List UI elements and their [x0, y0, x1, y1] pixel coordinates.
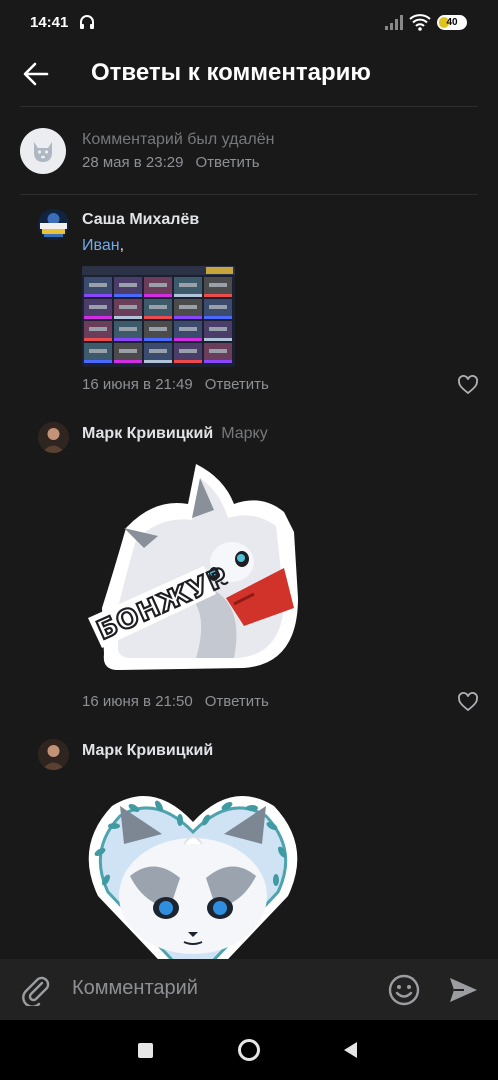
- inventory-weapon: [179, 305, 197, 309]
- battery-label: 40: [446, 17, 458, 28]
- headphones-icon: [80, 15, 94, 29]
- inventory-rarity-bar: [174, 338, 202, 341]
- inventory-weapon: [149, 283, 167, 287]
- inventory-rarity-bar: [204, 316, 232, 319]
- avatar-logo-image: [38, 209, 69, 240]
- wreath-leaf: [246, 805, 258, 811]
- header-divider: [20, 106, 478, 107]
- avatar[interactable]: [38, 422, 69, 453]
- recents-square-icon[interactable]: [138, 1043, 153, 1058]
- inventory-rarity-bar: [144, 338, 172, 341]
- comment-text-suffix: ,: [119, 237, 125, 254]
- sticker-fox-heart[interactable]: [84, 786, 302, 959]
- send-icon[interactable]: [446, 973, 480, 1007]
- inventory-weapon: [89, 349, 107, 353]
- page-title: Ответы к комментарию: [91, 59, 371, 86]
- inventory-weapon: [149, 305, 167, 309]
- inventory-rarity-bar: [114, 316, 142, 319]
- inventory-weapon: [179, 283, 197, 287]
- inventory-rarity-bar: [84, 360, 112, 363]
- deleted-user-dog-icon: [34, 142, 52, 162]
- status-bar: 14:41 40: [0, 0, 498, 44]
- comment-text: Иван,: [82, 237, 124, 255]
- inventory-weapon: [209, 327, 227, 331]
- reply-meta: 16 июня в 21:50 Ответить: [82, 693, 269, 710]
- reply-meta: 16 июня в 21:49 Ответить: [82, 376, 269, 393]
- comment-composer: Комментарий: [0, 959, 498, 1020]
- reply-button[interactable]: Ответить: [205, 376, 269, 393]
- deleted-user-avatar: [20, 128, 66, 174]
- status-time: 14:41: [30, 14, 69, 31]
- inventory-weapon: [179, 349, 197, 353]
- reply-button[interactable]: Ответить: [205, 693, 269, 710]
- mention-link[interactable]: Иван: [82, 237, 120, 254]
- app-bar: Ответы к комментарию: [0, 44, 498, 106]
- inventory-rarity-bar: [174, 360, 202, 363]
- inventory-rarity-bar: [114, 338, 142, 341]
- back-button[interactable]: [18, 56, 54, 92]
- comment-input[interactable]: Комментарий: [72, 977, 198, 1000]
- inventory-rarity-bar: [204, 338, 232, 341]
- inventory-rarity-bar: [144, 294, 172, 297]
- wifi-icon: [409, 14, 431, 31]
- root-comment-meta: 28 мая в 23:29 Ответить: [82, 154, 260, 171]
- inventory-rarity-bar: [204, 360, 232, 363]
- home-circle-icon[interactable]: [238, 1039, 260, 1061]
- inventory-weapon: [89, 327, 107, 331]
- thread-divider: [20, 194, 478, 195]
- reply-button[interactable]: Ответить: [195, 154, 259, 171]
- author-line: Марк Кривицкий Марку: [82, 425, 268, 443]
- author-name[interactable]: Марк Кривицкий: [82, 742, 213, 760]
- heart-icon[interactable]: [457, 691, 479, 713]
- inventory-weapon: [149, 349, 167, 353]
- heart-icon[interactable]: [457, 374, 479, 396]
- system-nav-bar: [0, 1020, 498, 1080]
- inventory-weapon: [89, 305, 107, 309]
- avatar[interactable]: [38, 209, 69, 240]
- author-name[interactable]: Саша Михалёв: [82, 211, 199, 229]
- inventory-rarity-bar: [114, 294, 142, 297]
- wreath-leaf: [273, 874, 279, 886]
- arrow-left-icon: [23, 62, 49, 86]
- inventory-rarity-bar: [84, 316, 112, 319]
- reply-to-name[interactable]: Марку: [221, 425, 267, 442]
- battery-icon: 40: [437, 15, 467, 30]
- inventory-weapon: [209, 349, 227, 353]
- inventory-rarity-bar: [204, 294, 232, 297]
- comment-date: 28 мая в 23:29: [82, 154, 184, 171]
- inventory-weapon: [119, 327, 137, 331]
- deleted-comment-text: Комментарий был удалён: [82, 131, 275, 148]
- paperclip-icon[interactable]: [20, 974, 52, 1006]
- inventory-weapon: [179, 327, 197, 331]
- inventory-rarity-bar: [144, 360, 172, 363]
- comment-date: 16 июня в 21:50: [82, 693, 193, 710]
- inventory-weapon: [119, 305, 137, 309]
- inventory-weapon: [89, 283, 107, 287]
- inventory-rarity-bar: [114, 360, 142, 363]
- avatar[interactable]: [38, 739, 69, 770]
- inventory-rarity-bar: [84, 294, 112, 297]
- signal-icon: [385, 15, 403, 30]
- avatar-photo-image: [38, 739, 69, 770]
- inventory-weapon: [209, 283, 227, 287]
- back-triangle-icon[interactable]: [342, 1041, 358, 1059]
- wreath-leaf: [177, 814, 183, 826]
- inventory-screenshot-image: [82, 266, 235, 367]
- inventory-rarity-bar: [144, 316, 172, 319]
- inventory-rarity-bar: [84, 338, 112, 341]
- emoji-icon[interactable]: [386, 972, 422, 1008]
- inventory-weapon: [149, 327, 167, 331]
- photo-attachment[interactable]: [82, 266, 235, 367]
- avatar-photo-image: [38, 422, 69, 453]
- inventory-weapon: [119, 283, 137, 287]
- sticker-fox-bonjour[interactable]: БОНЖУР: [84, 458, 300, 674]
- comment-date: 16 июня в 21:49: [82, 376, 193, 393]
- author-name[interactable]: Марк Кривицкий: [82, 425, 213, 442]
- inventory-weapon: [209, 305, 227, 309]
- inventory-rarity-bar: [174, 294, 202, 297]
- inventory-rarity-bar: [174, 316, 202, 319]
- wreath-leaf: [108, 823, 120, 829]
- inventory-weapon: [119, 349, 137, 353]
